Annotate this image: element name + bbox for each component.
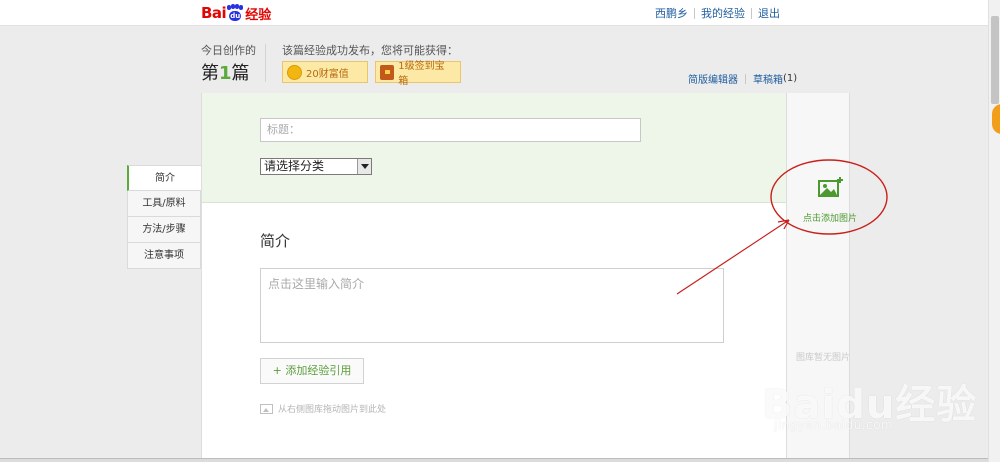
drafts-link[interactable]: 草稿箱 <box>753 71 783 86</box>
page-scrollbar[interactable] <box>988 0 1000 462</box>
category-select-value: 请选择分类 <box>264 159 325 173</box>
drafts-count: (1) <box>783 73 798 84</box>
today-created-label: 今日创作的 <box>201 44 256 57</box>
add-image-label: 点击添加图片 <box>802 214 857 224</box>
reward-badge-chest: 1级签到宝箱 <box>375 61 461 87</box>
title-area: 标题： 请选择分类 <box>202 93 786 203</box>
reward-badge-wealth: 20财富值 <box>282 61 368 83</box>
dropdown-arrow-icon[interactable] <box>357 159 371 174</box>
floating-badge[interactable] <box>992 104 1000 134</box>
reward-label: 20财富值 <box>306 68 349 80</box>
intro-textarea[interactable]: 点击这里输入简介 <box>260 268 724 343</box>
category-select[interactable]: 请选择分类 <box>260 158 372 175</box>
baidu-jingyan-logo[interactable]: Bai du 经验 <box>201 3 271 23</box>
top-bar: Bai du 经验 西鹏乡 我的经验 退出 <box>0 0 1000 26</box>
logo-jingyan-text: 经验 <box>245 7 272 23</box>
watermark: Baidu经验 jingyan.baidu.com <box>762 372 977 432</box>
watermark-url: jingyan.baidu.com <box>774 418 894 432</box>
add-reference-button[interactable]: + 添加经验引用 <box>260 358 364 384</box>
intro-heading: 简介 <box>260 232 291 250</box>
logout-link[interactable]: 退出 <box>752 5 786 21</box>
logo-bai-text: Bai <box>201 4 227 22</box>
nav-item-steps[interactable]: 方法/步骤 <box>127 217 201 243</box>
add-image-button[interactable]: 点击添加图片 <box>798 176 862 225</box>
editor-links: 简版编辑器 草稿箱 (1) <box>688 71 797 86</box>
nav-item-notes[interactable]: 注意事项 <box>127 243 201 269</box>
reward-label: 1级签到宝箱 <box>398 61 445 87</box>
editor-panel: 标题： 请选择分类 简介 点击这里输入简介 + 添加经验引用 从右侧图库拖动图片… <box>201 93 787 462</box>
username-link[interactable]: 西鹏乡 <box>649 5 694 21</box>
nav-item-tools[interactable]: 工具/原料 <box>127 191 201 217</box>
nav-item-intro[interactable]: 简介 <box>127 165 201 191</box>
my-jingyan-link[interactable]: 我的经验 <box>695 5 751 21</box>
section-nav: 简介 工具/原料 方法/步骤 注意事项 <box>127 165 201 269</box>
paw-icon: du <box>227 4 244 21</box>
reward-tip: 该篇经验成功发布，您将可能获得： <box>282 44 458 57</box>
title-input[interactable]: 标题： <box>260 118 641 142</box>
drag-tip-text: 从右侧图库拖动图片到此处 <box>278 405 387 415</box>
coin-icon <box>287 64 302 80</box>
article-count-number: 1 <box>219 63 232 84</box>
user-links: 西鹏乡 我的经验 退出 <box>649 5 786 21</box>
image-icon <box>260 403 273 414</box>
header-divider <box>265 44 266 82</box>
drag-image-tip: 从右侧图库拖动图片到此处 <box>260 402 386 415</box>
divider <box>745 73 746 84</box>
bottom-strip <box>0 458 988 462</box>
treasure-chest-icon <box>380 64 395 80</box>
add-image-icon <box>818 177 843 197</box>
article-count: 第1篇 <box>201 63 250 84</box>
simple-editor-link[interactable]: 简版编辑器 <box>688 71 738 86</box>
empty-gallery-label: 图库暂无图片 <box>796 353 851 363</box>
scroll-thumb[interactable] <box>991 16 999 104</box>
